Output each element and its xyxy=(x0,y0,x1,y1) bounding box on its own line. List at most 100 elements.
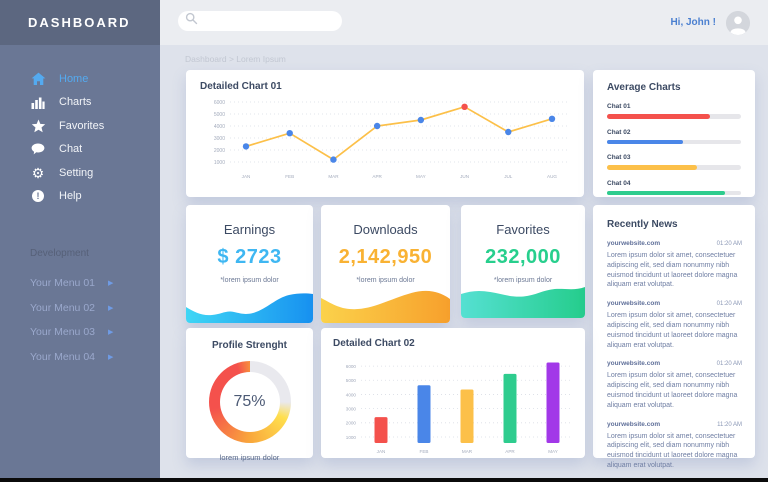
svg-text:5000: 5000 xyxy=(214,112,225,118)
progress-bar-list: Chat 01Chat 02Chat 03Chat 04 xyxy=(607,103,741,195)
sidebar-item-your-menu-03[interactable]: Your Menu 03 ▶ xyxy=(0,320,160,345)
news-source[interactable]: yourwebsite.com xyxy=(607,300,660,307)
svg-text:1000: 1000 xyxy=(346,435,357,440)
progress-row: Chat 03 xyxy=(607,154,741,170)
svg-text:JUN: JUN xyxy=(460,174,469,179)
sidebar-item-label: Setting xyxy=(59,167,93,179)
sidebar-item-label: Favorites xyxy=(59,120,104,132)
donut-caption: lorem ipsum dolor xyxy=(186,453,313,462)
news-time: 01:20 AM xyxy=(717,301,742,307)
svg-text:JUL: JUL xyxy=(504,174,513,179)
svg-text:APR: APR xyxy=(372,174,382,179)
svg-text:6000: 6000 xyxy=(214,100,225,106)
profile-strength-card: Profile Strenght 75% lorem ipsum dolor xyxy=(186,328,313,458)
sidebar-item-your-menu-02[interactable]: Your Menu 02 ▶ xyxy=(0,296,160,321)
sidebar-item-setting[interactable]: ⚙ Setting xyxy=(0,161,160,185)
news-source[interactable]: yourwebsite.com xyxy=(607,240,660,247)
panel-title: Average Charts xyxy=(607,82,741,93)
earnings-card: Earnings $ 2723 *lorem ipsum dolor xyxy=(186,205,313,323)
search-input[interactable] xyxy=(203,16,333,26)
average-charts-card: Average Charts Chat 01Chat 02Chat 03Chat… xyxy=(593,70,755,197)
news-item[interactable]: yourwebsite.com01:20 AMLorem ipsum dolor… xyxy=(607,360,742,410)
earnings-sparkline xyxy=(186,283,313,323)
progress-row: Chat 01 xyxy=(607,103,741,119)
sidebar-header: DASHBOARD xyxy=(0,0,160,45)
sidebar-item-favorites[interactable]: Favorites xyxy=(0,114,160,138)
stat-value: $ 2723 xyxy=(186,246,313,269)
sidebar-item-home[interactable]: Home xyxy=(0,67,160,91)
panel-title: Recently News xyxy=(607,219,742,230)
topbar: Hi, John ! xyxy=(160,0,768,45)
sidebar-item-your-menu-04[interactable]: Your Menu 04 ▶ xyxy=(0,345,160,370)
news-body: Lorem ipsum dolor sit amet, consectetuer… xyxy=(607,251,742,290)
gear-icon: ⚙ xyxy=(30,165,46,180)
user-greeting: Hi, John ! xyxy=(670,17,716,28)
sidebar-item-your-menu-01[interactable]: Your Menu 01 ▶ xyxy=(0,271,160,296)
svg-text:3000: 3000 xyxy=(214,136,225,142)
dashboard-app: DASHBOARD Home Charts Favorites xyxy=(0,0,768,482)
news-item[interactable]: yourwebsite.com 01:20 AM Lorem ipsum dolor… xyxy=(607,300,742,350)
favorites-sparkline xyxy=(461,278,585,318)
sidebar-item-help[interactable]: ! Help xyxy=(0,185,160,209)
stat-value: 2,142,950 xyxy=(321,246,450,269)
news-body: Lorem ipsum dolor sit amet, consectetuer… xyxy=(607,371,742,410)
search-bar[interactable] xyxy=(178,11,342,31)
news-body: Lorem ipsum dolor sit amet, consectetuer… xyxy=(607,432,742,471)
svg-text:6000: 6000 xyxy=(346,364,357,369)
dev-section-label: Development xyxy=(0,248,160,259)
svg-text:5000: 5000 xyxy=(346,378,357,383)
sidebar-item-label: Help xyxy=(59,190,82,202)
detailed-chart-01-card: Detailed Chart 01 6000500040003000200010… xyxy=(186,70,584,197)
svg-text:1000: 1000 xyxy=(214,160,225,166)
sidebar-item-label: Charts xyxy=(59,96,91,108)
news-source[interactable]: yourwebsite.com xyxy=(607,360,660,367)
svg-text:APR: APR xyxy=(505,449,515,454)
sidebar: DASHBOARD Home Charts Favorites xyxy=(0,0,160,482)
downloads-sparkline xyxy=(321,283,450,323)
stat-title: Downloads xyxy=(321,222,450,237)
news-list: yourwebsite.com 01:20 AM Lorem ipsum dolor… xyxy=(607,240,742,471)
svg-text:FEB: FEB xyxy=(420,449,429,454)
detailed-chart-02-card: Detailed Chart 02 6000500040003000200010… xyxy=(321,328,585,458)
user-avatar[interactable] xyxy=(726,11,750,35)
home-icon xyxy=(30,71,46,86)
news-item[interactable]: yourwebsite.com11:20 AMLorem ipsum dolor… xyxy=(607,421,742,471)
news-body: Lorem ipsum dolor sit amet, consectetuer… xyxy=(607,311,742,350)
bottom-edge-strip xyxy=(0,478,768,482)
bar-chart-icon xyxy=(30,95,46,110)
user-area: Hi, John ! xyxy=(670,0,750,45)
sidebar-nav: Home Charts Favorites Chat xyxy=(0,67,160,208)
sidebar-item-charts[interactable]: Charts xyxy=(0,91,160,115)
line-chart: 600050004000300020001000JANFEBMARAPRMAYJ… xyxy=(200,92,576,190)
progress-row: Chat 02 xyxy=(607,129,741,145)
svg-text:MAY: MAY xyxy=(416,174,426,179)
breadcrumb: Dashboard > Lorem Ipsum xyxy=(185,54,286,64)
help-icon: ! xyxy=(30,189,46,204)
svg-text:2000: 2000 xyxy=(346,421,357,426)
svg-text:JAN: JAN xyxy=(377,449,386,454)
svg-text:3000: 3000 xyxy=(346,406,357,411)
chevron-right-icon: ▶ xyxy=(108,279,113,287)
svg-text:AUG: AUG xyxy=(547,174,557,179)
search-icon xyxy=(185,12,198,30)
sidebar-item-chat[interactable]: Chat xyxy=(0,138,160,162)
news-item[interactable]: yourwebsite.com 01:20 AM Lorem ipsum dolor… xyxy=(607,240,742,290)
chevron-right-icon: ▶ xyxy=(108,353,113,361)
svg-text:4000: 4000 xyxy=(214,124,225,130)
chat-icon xyxy=(30,142,46,157)
app-title: DASHBOARD xyxy=(28,15,131,30)
favorites-card: Favorites 232,000 *lorem ipsum dolor xyxy=(461,205,585,318)
star-icon xyxy=(30,118,46,133)
svg-text:MAY: MAY xyxy=(548,449,558,454)
main-content: Dashboard > Lorem Ipsum Detailed Chart 0… xyxy=(160,45,768,482)
news-time: 01:20 AM xyxy=(717,241,742,247)
panel-title: Profile Strenght xyxy=(186,340,313,351)
stat-title: Favorites xyxy=(461,222,585,237)
downloads-card: Downloads 2,142,950 *lorem ipsum dolor xyxy=(321,205,450,323)
chevron-right-icon: ▶ xyxy=(108,304,113,312)
sidebar-item-label: Home xyxy=(59,73,88,85)
sidebar-item-label: Chat xyxy=(59,143,82,155)
svg-text:4000: 4000 xyxy=(346,392,357,397)
donut-value: 75% xyxy=(209,361,291,443)
news-source[interactable]: yourwebsite.com xyxy=(607,421,660,428)
